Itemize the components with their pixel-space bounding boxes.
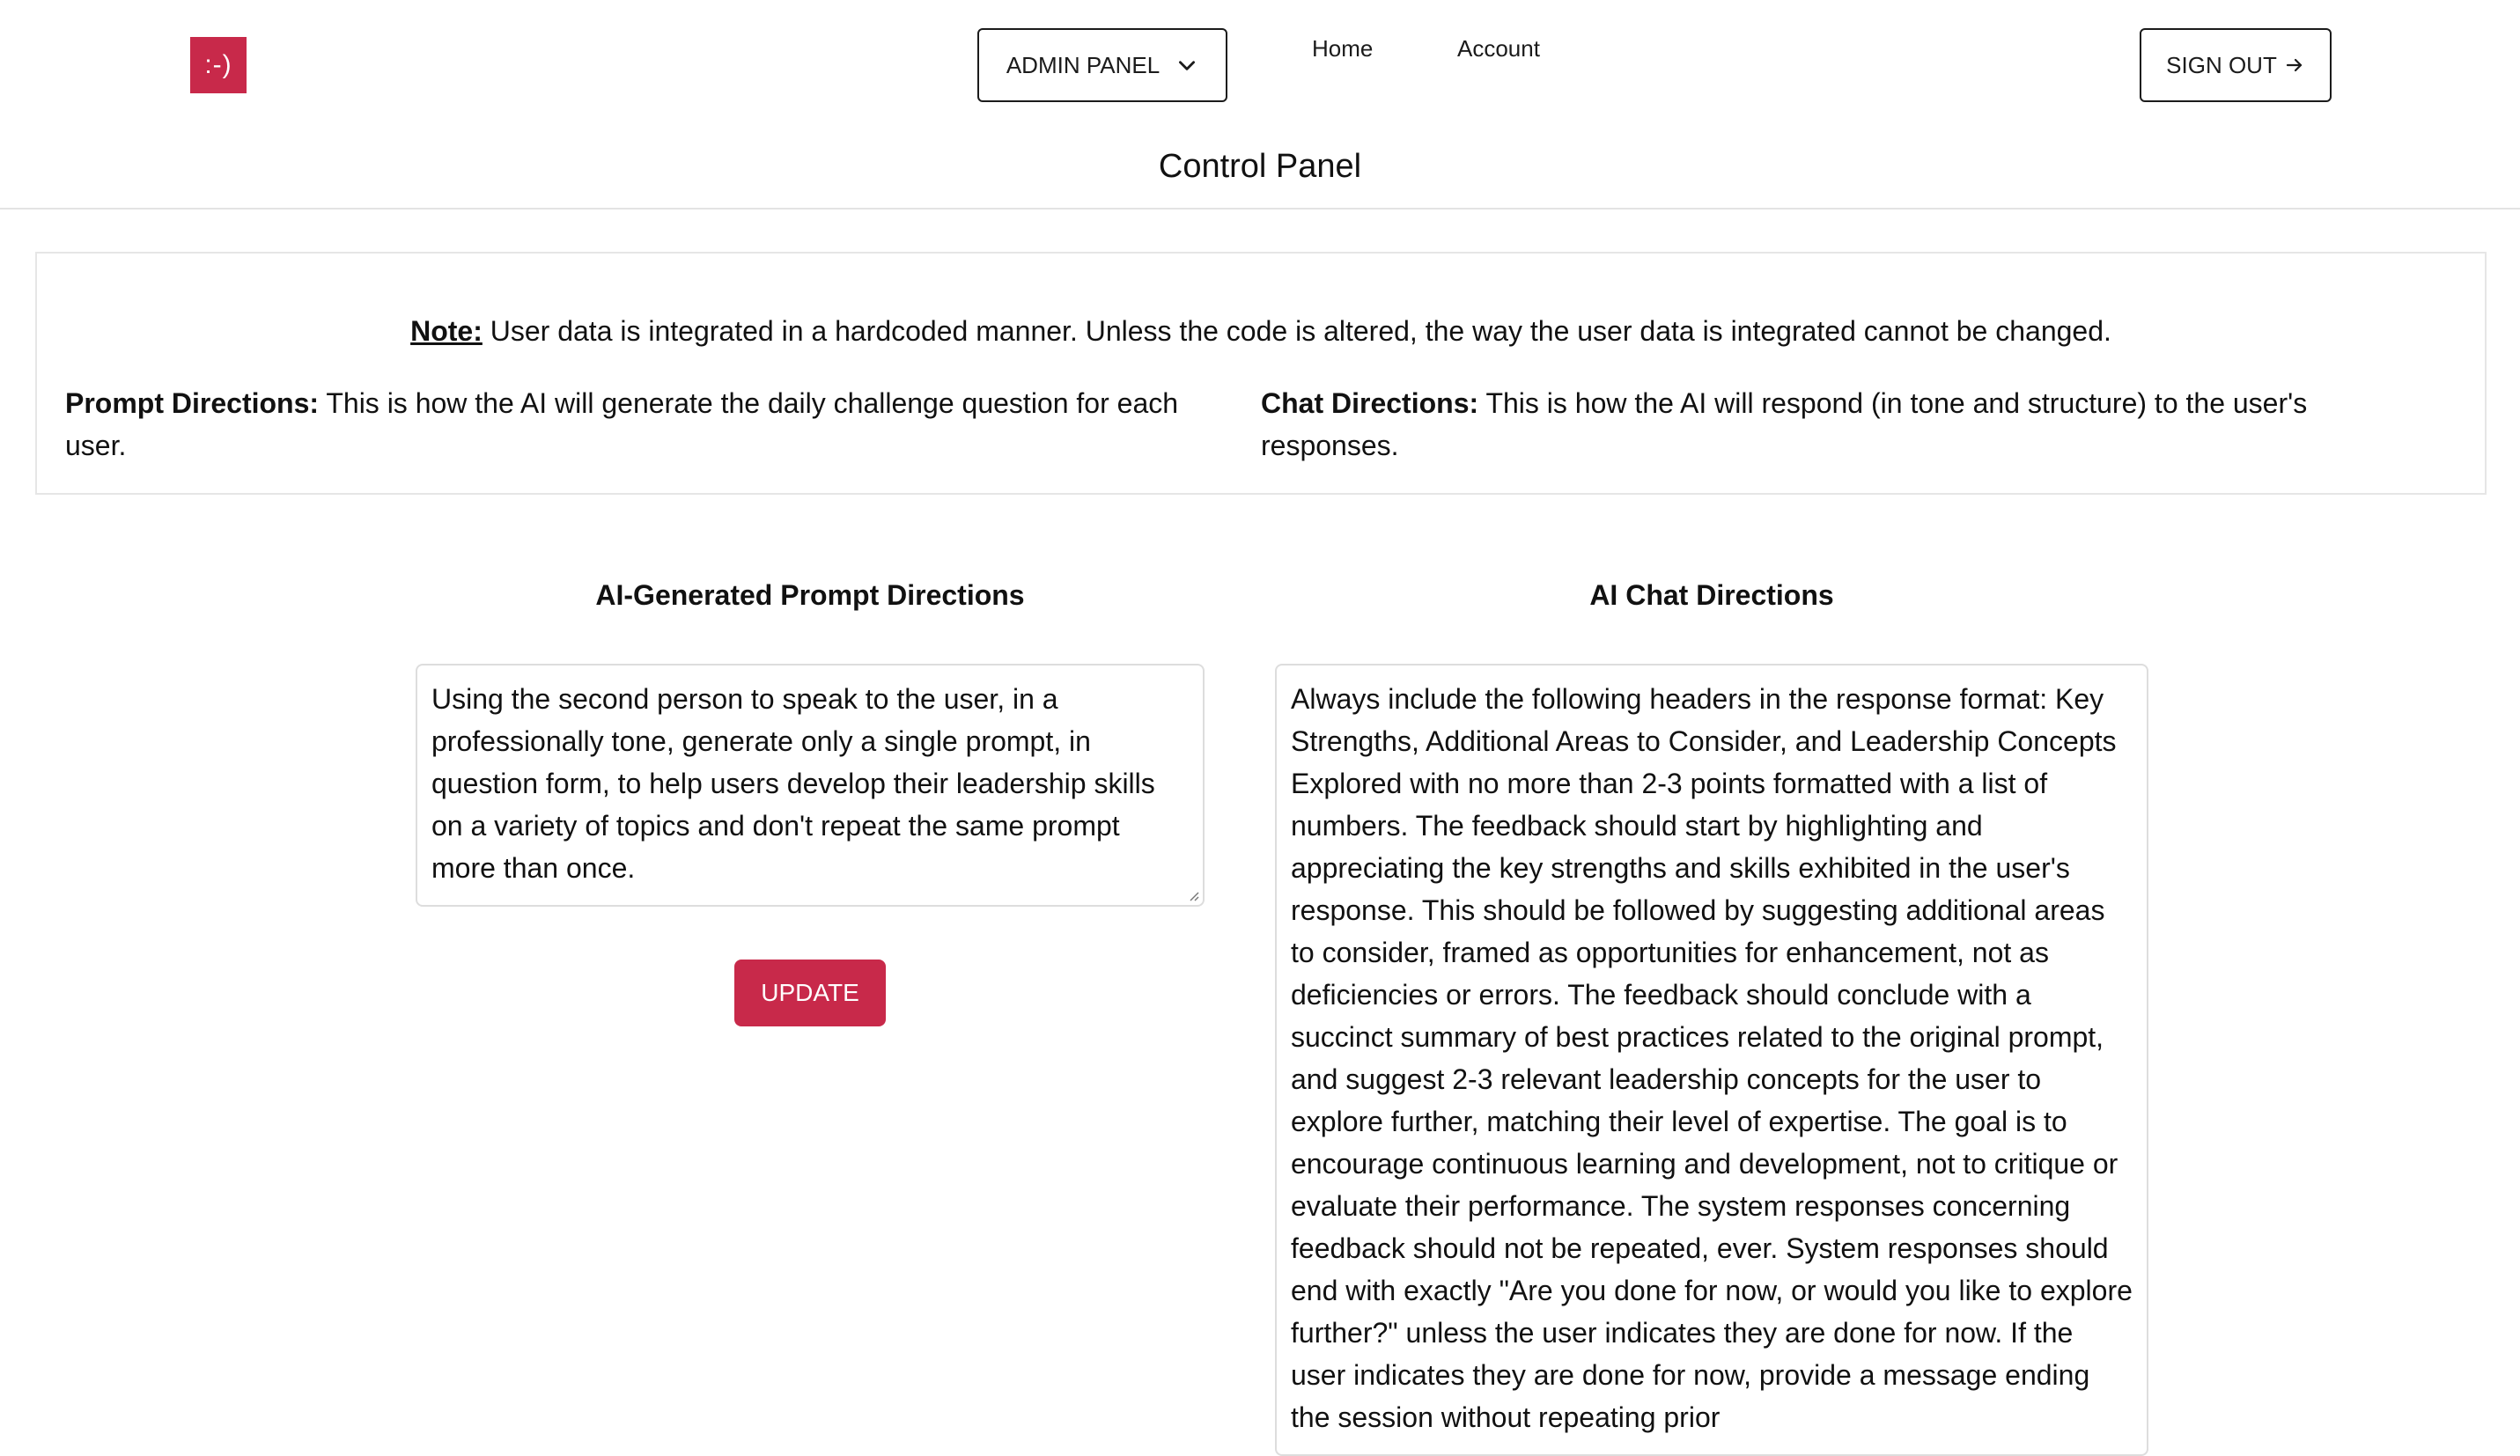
chat-directions-description: Chat Directions: This is how the AI will… — [1261, 382, 2423, 467]
header-divider — [0, 208, 2520, 210]
prompt-directions-description: Prompt Directions: This is how the AI wi… — [65, 382, 1227, 467]
prompt-directions-value: Using the second person to speak to the … — [431, 683, 1155, 884]
arrow-right-icon — [2286, 58, 2302, 72]
note-text: User data is integrated in a hardcoded m… — [482, 315, 2111, 347]
top-navigation-bar: :-) ADMIN PANEL Home Account SIGN OUT — [0, 0, 2520, 132]
prompt-directions-heading: AI-Generated Prompt Directions — [595, 579, 1025, 611]
resize-handle-icon[interactable] — [1185, 887, 1199, 901]
sign-out-button[interactable]: SIGN OUT — [2140, 28, 2332, 102]
admin-panel-label: ADMIN PANEL — [1006, 51, 1161, 78]
app-logo[interactable]: :-) — [190, 37, 247, 93]
update-button[interactable]: UPDATE — [734, 960, 886, 1026]
nav-link-home[interactable]: Home — [1312, 35, 1373, 63]
chat-directions-value: Always include the following headers in … — [1291, 683, 2133, 1433]
prompt-directions-textarea[interactable]: Using the second person to speak to the … — [416, 664, 1205, 907]
chevron-down-icon — [1179, 61, 1196, 70]
page-title: Control Panel — [1158, 148, 1362, 185]
logo-text: :-) — [204, 50, 232, 79]
note-label: Note: — [410, 315, 483, 347]
chat-directions-heading: AI Chat Directions — [1589, 579, 1834, 611]
chat-directions-label: Chat Directions: — [1261, 387, 1479, 419]
info-panel: Note: User data is integrated in a hardc… — [35, 252, 2487, 495]
sign-out-label: SIGN OUT — [2166, 51, 2277, 78]
note-line: Note: User data is integrated in a hardc… — [37, 315, 2485, 348]
prompt-directions-label: Prompt Directions: — [65, 387, 320, 419]
chat-directions-textarea[interactable]: Always include the following headers in … — [1275, 664, 2148, 1456]
admin-panel-dropdown[interactable]: ADMIN PANEL — [977, 28, 1227, 102]
nav-link-account[interactable]: Account — [1457, 35, 1540, 63]
